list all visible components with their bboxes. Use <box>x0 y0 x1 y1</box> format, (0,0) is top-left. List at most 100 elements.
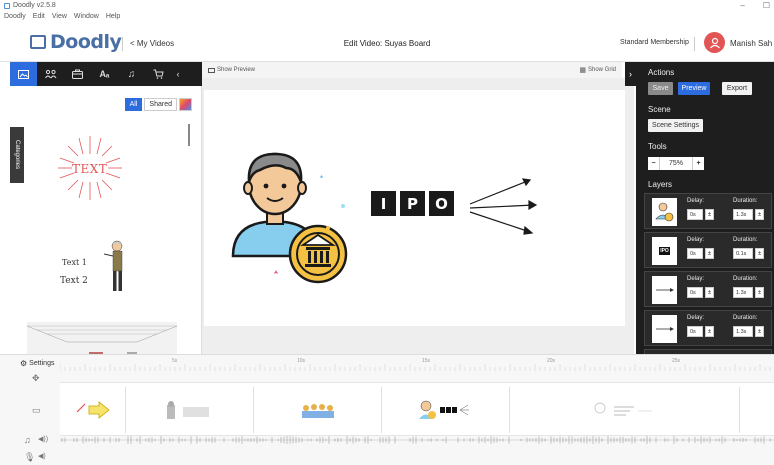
asset-text-burst[interactable]: TEXT <box>50 128 130 208</box>
delay-input[interactable]: 0s <box>687 326 703 337</box>
categories-tab[interactable]: Categories <box>10 127 24 183</box>
delay-stepper[interactable]: ± <box>705 287 714 298</box>
membership-label: Standard Membership <box>620 39 689 46</box>
arrow-icon <box>655 288 674 292</box>
menu-help[interactable]: Help <box>106 13 120 20</box>
props-icon <box>72 69 83 79</box>
menu-doodly[interactable]: Doodly <box>4 13 26 20</box>
tab-characters[interactable] <box>37 62 64 86</box>
voice-volume-icon[interactable]: ◀) <box>38 452 46 460</box>
chevron-left-icon[interactable]: ‹ <box>172 69 184 79</box>
timeline-ruler[interactable]: 5s 10s 15s 20s 25s <box>59 358 774 372</box>
tab-marketplace[interactable] <box>145 62 172 86</box>
asset-room-scene[interactable] <box>26 322 178 354</box>
layer-item[interactable]: IPO Delay: 0s ± Duration: 0.1s ± <box>644 232 772 268</box>
duration-input[interactable]: 1.3s <box>733 287 753 298</box>
delay-stepper[interactable]: ± <box>705 209 714 220</box>
duration-stepper[interactable]: ± <box>755 209 764 220</box>
scene-canvas[interactable]: I P O <box>204 90 625 326</box>
menu-view[interactable]: View <box>52 13 67 20</box>
menu-edit[interactable]: Edit <box>33 13 45 20</box>
cart-icon <box>153 69 164 79</box>
minimize-button[interactable]: – <box>740 1 744 10</box>
ruler-ticks <box>59 364 771 371</box>
duration-stepper[interactable]: ± <box>755 326 764 337</box>
arrows-illustration[interactable] <box>466 172 546 238</box>
filter-shared-button[interactable]: Shared <box>144 98 177 111</box>
gear-icon: ⚙ <box>20 359 28 368</box>
scene-settings-button[interactable]: Scene Settings <box>648 119 703 132</box>
music-track-icon: ♫ <box>24 435 31 445</box>
color-filter-icon[interactable] <box>179 98 192 111</box>
ruler-mark: 20s <box>547 358 556 364</box>
group-clip-icon <box>301 404 334 418</box>
export-button[interactable]: Export <box>722 82 752 95</box>
duration-stepper[interactable]: ± <box>755 248 764 259</box>
window-titlebar: Doodly v2.5.8 <box>0 0 774 11</box>
menu-window[interactable]: Window <box>74 13 99 20</box>
show-preview-label: Show Preview <box>217 67 256 73</box>
move-icon[interactable]: ✥ <box>32 373 40 384</box>
timeline-settings-button[interactable]: ⚙ Settings <box>20 359 54 368</box>
asset-text2-label: Text 2 <box>60 276 88 286</box>
timeline-clip[interactable] <box>126 387 254 433</box>
tab-props[interactable] <box>64 62 91 86</box>
text-doodle-clip-icon <box>594 402 652 416</box>
timeline-clip[interactable] <box>382 387 510 433</box>
doodly-logo[interactable]: Doodly <box>30 31 122 53</box>
maximize-button[interactable]: ☐ <box>763 1 770 10</box>
save-button[interactable]: Save <box>648 82 673 95</box>
actions-heading: Actions <box>648 68 675 77</box>
layer-item[interactable]: Delay: 0s ± Duration: 1.3s ± <box>644 310 772 346</box>
duration-input[interactable]: 1.3s <box>733 326 753 337</box>
delay-stepper[interactable]: ± <box>705 326 714 337</box>
scrollbar[interactable] <box>188 124 190 146</box>
audio-waveform-track[interactable] <box>60 434 774 446</box>
tab-music[interactable]: ♫ <box>118 62 145 86</box>
zoom-in-button[interactable]: + <box>692 157 704 170</box>
timeline-clip[interactable] <box>510 387 740 433</box>
back-to-videos-link[interactable]: < My Videos <box>130 39 174 48</box>
header-divider <box>694 37 695 51</box>
timeline-clip[interactable] <box>254 387 382 433</box>
zoom-out-button[interactable]: − <box>648 157 660 170</box>
chevron-right-icon[interactable]: › <box>625 62 636 86</box>
scene-heading: Scene <box>648 105 671 114</box>
filter-all-button[interactable]: All <box>124 98 143 111</box>
menu-bar: Doodly Edit View Window Help <box>0 11 120 22</box>
show-grid-toggle[interactable]: ▦ Show Grid <box>579 66 616 74</box>
volume-icon[interactable]: ◀)) <box>38 435 48 443</box>
window-title: Doodly v2.5.8 <box>13 2 56 9</box>
image-track[interactable] <box>60 382 774 436</box>
layer-item[interactable]: Delay: 0s ± Duration: 1.3s ± <box>644 193 772 229</box>
person-bank-illustration[interactable] <box>230 146 355 286</box>
logo-text: Doodly <box>50 31 122 53</box>
user-name[interactable]: Manish Sah <box>730 39 772 48</box>
delay-input[interactable]: 0s <box>687 209 703 220</box>
delay-input[interactable]: 0s <box>687 248 703 259</box>
show-preview-toggle[interactable]: Show Preview <box>208 67 255 73</box>
tab-images[interactable] <box>10 62 37 86</box>
show-grid-label: Show Grid <box>587 67 616 73</box>
ruler-mark: 15s <box>422 358 431 364</box>
layer-item[interactable]: Delay: 0s ± Duration: 1.3s ± <box>644 271 772 307</box>
layer-thumbnail <box>652 198 677 226</box>
duration-input[interactable]: 1.3s <box>733 209 753 220</box>
window-controls: – ☐ <box>740 1 770 10</box>
preview-button[interactable]: Preview <box>678 82 710 95</box>
tab-text[interactable]: Aₐ <box>91 62 118 86</box>
zoom-control: − 75% + <box>648 157 704 170</box>
duration-label: Duration: <box>733 198 758 204</box>
asset-text-burst-label: TEXT <box>72 162 108 176</box>
delay-stepper[interactable]: ± <box>705 248 714 259</box>
duration-input[interactable]: 0.1s <box>733 248 753 259</box>
music-icon: ♫ <box>127 68 136 80</box>
statue-clip-icon <box>166 401 209 419</box>
old-man-icon <box>103 240 123 291</box>
asset-text-character[interactable]: Text 1 Text 2 <box>56 236 146 296</box>
duration-stepper[interactable]: ± <box>755 287 764 298</box>
delay-input[interactable]: 0s <box>687 287 703 298</box>
timeline-clip[interactable] <box>60 387 126 433</box>
avatar[interactable] <box>704 32 725 53</box>
timeline-settings-label: Settings <box>29 360 55 367</box>
